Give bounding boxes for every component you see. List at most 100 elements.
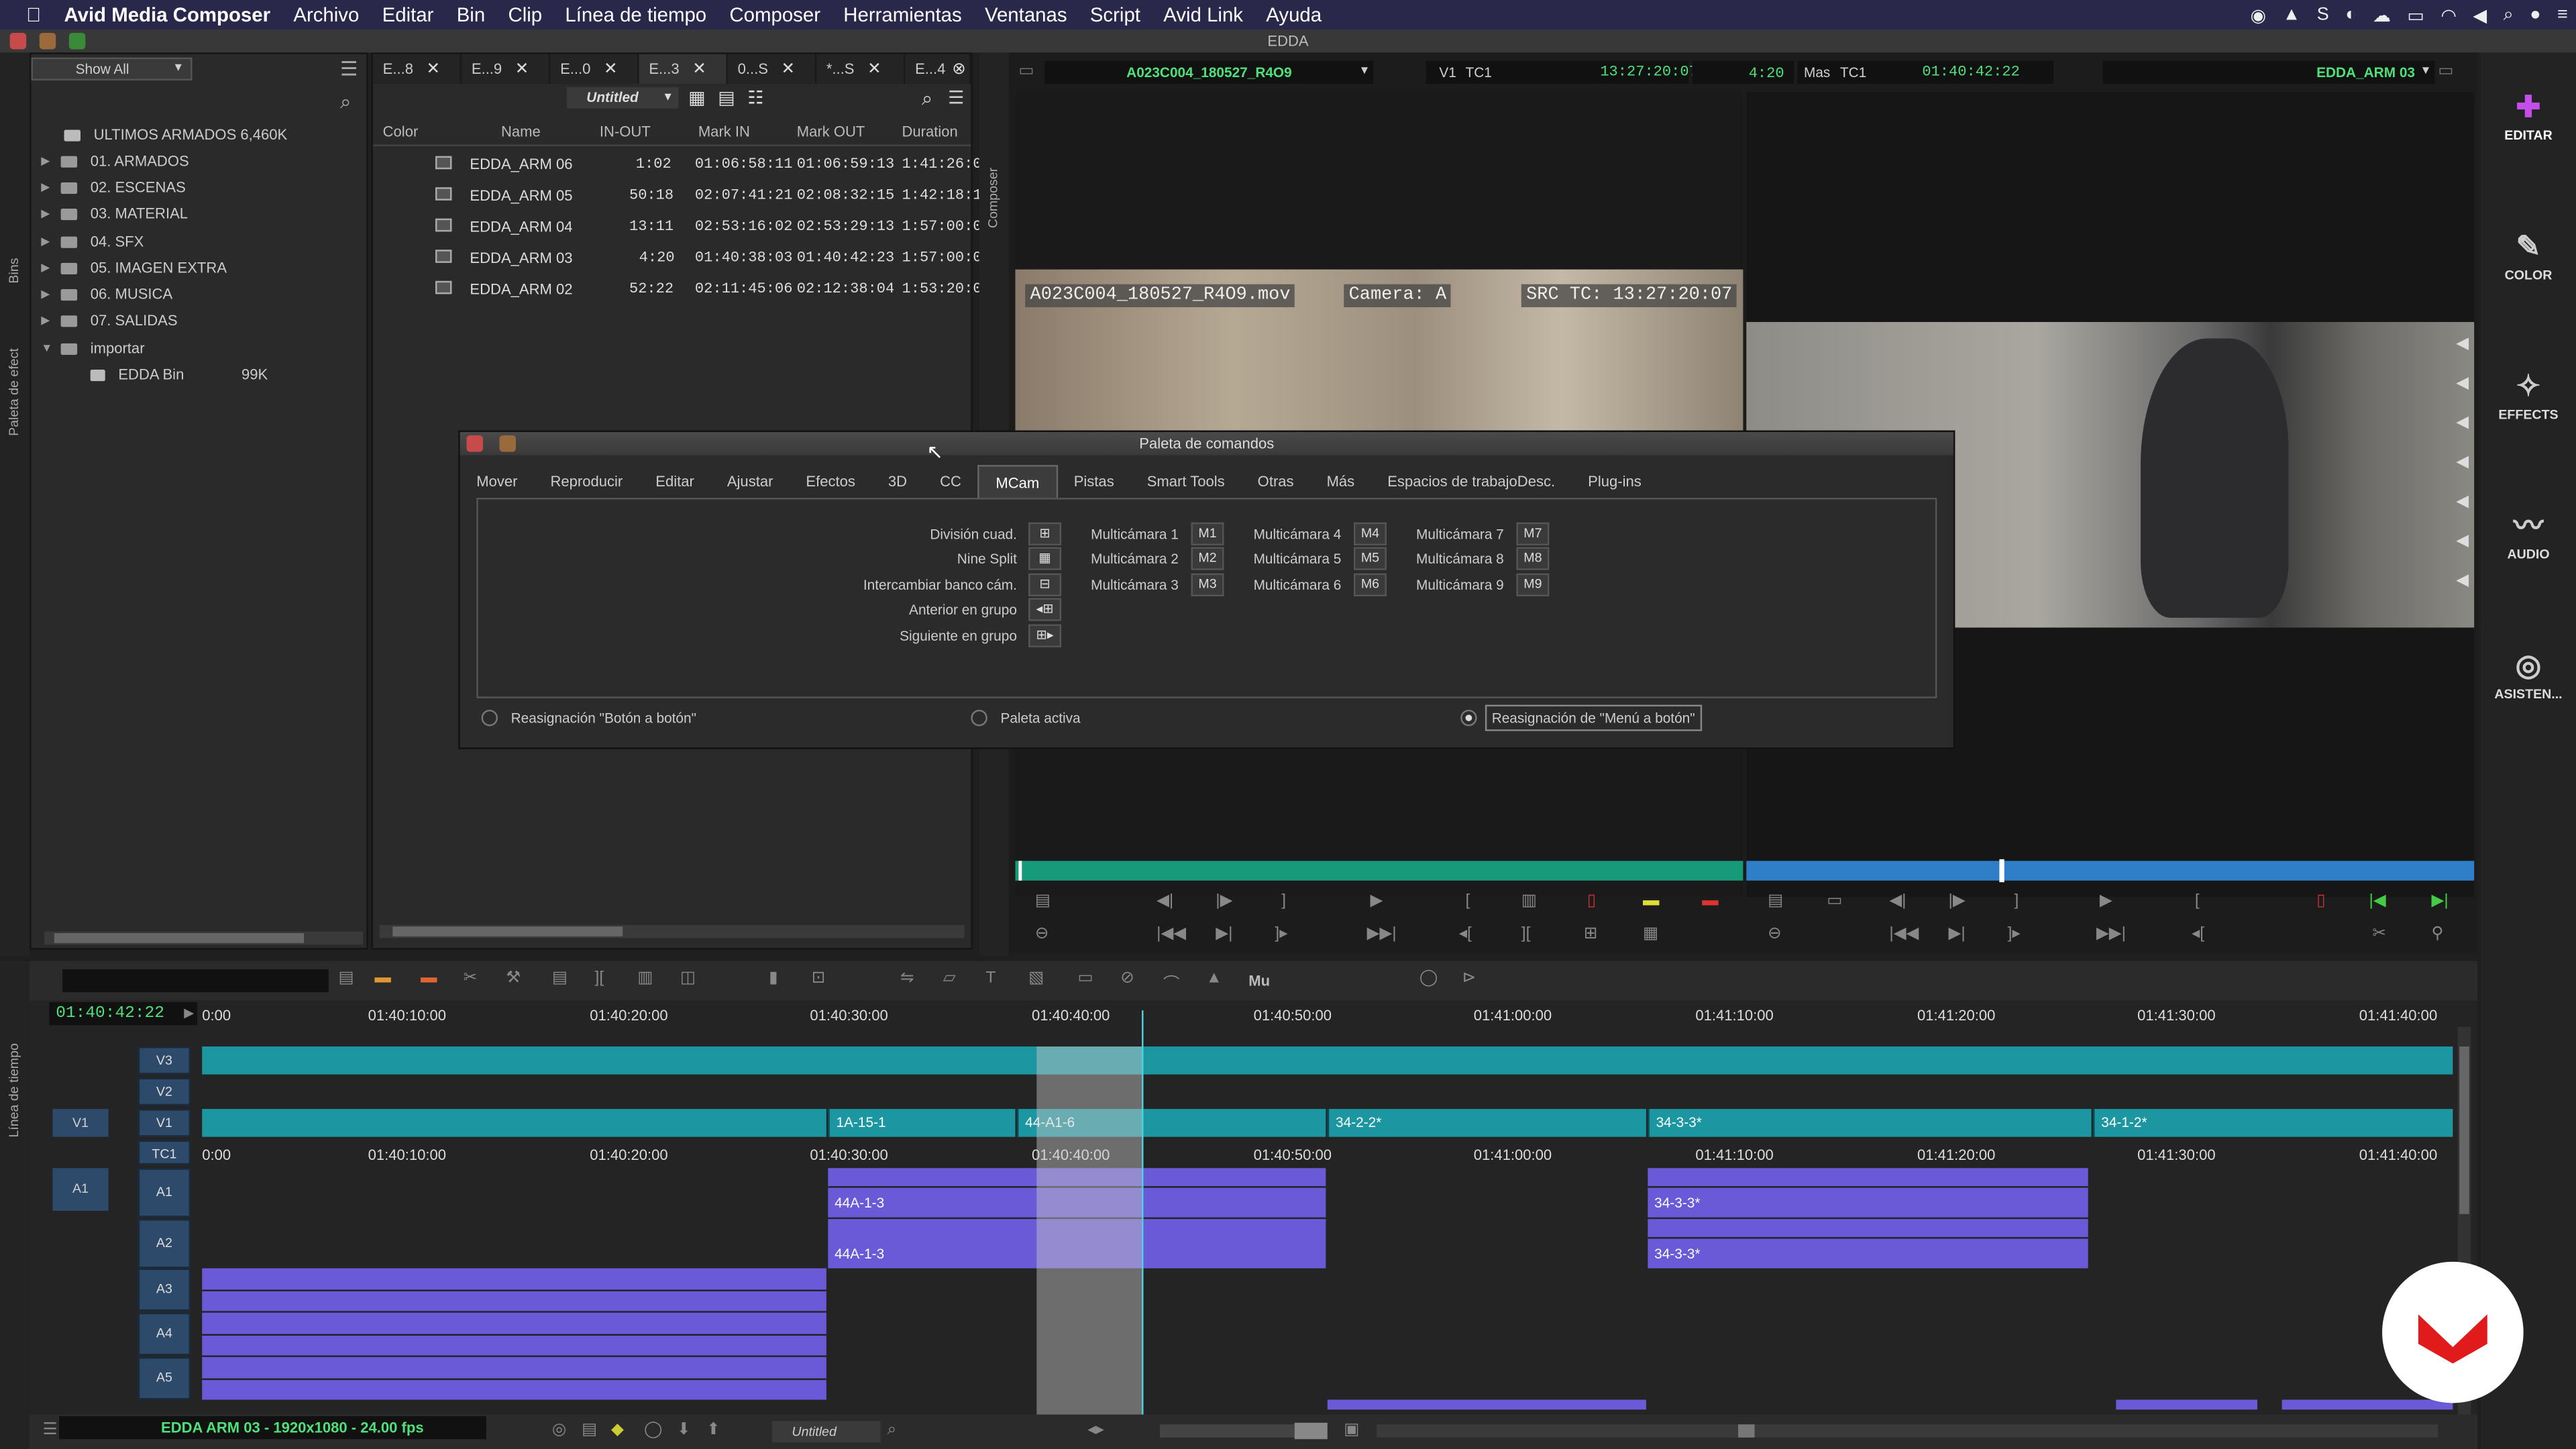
close-icon[interactable]: ✕ bbox=[782, 60, 796, 78]
trim-arrow-icon[interactable]: ◀ bbox=[2456, 335, 2469, 354]
tab-3d[interactable]: 3D bbox=[871, 465, 923, 498]
position-indicator[interactable] bbox=[1142, 1010, 1144, 1418]
table-row[interactable]: EDDA_ARM 04 13:11 02:53:16:02 02:53:29:13 1:… bbox=[373, 212, 982, 244]
col-name[interactable]: Name bbox=[501, 123, 541, 140]
slip-icon[interactable]: ◫ bbox=[680, 969, 696, 987]
tab-bins[interactable]: Bins bbox=[7, 258, 21, 283]
search-icon[interactable]: ⌕ bbox=[340, 91, 351, 115]
toolbar-icon[interactable]: ▤ bbox=[338, 969, 354, 987]
toolbar-icon[interactable]: ◯ bbox=[644, 1421, 662, 1439]
scrollbar-thumb[interactable] bbox=[1738, 1424, 1755, 1438]
quad-split-icon[interactable]: ⊞ bbox=[1028, 522, 1062, 546]
tab-effect-palette[interactable]: Paleta de efect bbox=[7, 348, 21, 436]
col-duration[interactable]: Duration bbox=[902, 123, 958, 140]
multicam-5-button[interactable]: M5 bbox=[1353, 547, 1387, 570]
timeline-search[interactable] bbox=[62, 969, 329, 993]
tab-cc[interactable]: CC bbox=[924, 465, 978, 498]
toolbar-icon[interactable]: ▭ bbox=[1078, 969, 1093, 987]
toolbar-icon[interactable]: ⬇ bbox=[677, 1421, 691, 1439]
search-icon[interactable]: ⌕ bbox=[922, 87, 932, 112]
expand-icon[interactable]: ▶ bbox=[41, 235, 60, 248]
track-header-a3[interactable]: A3 bbox=[138, 1268, 191, 1311]
track-v3[interactable] bbox=[202, 1046, 2453, 1075]
play-in-out-icon[interactable]: ▶| bbox=[1949, 925, 1966, 943]
mute-label[interactable]: Mu bbox=[1248, 973, 1270, 989]
track-header-a5[interactable]: A5 bbox=[138, 1356, 191, 1400]
workspace-effects[interactable]: ✧ EFFECTS bbox=[2481, 365, 2576, 422]
play-reverse-icon[interactable]: ◂▸ bbox=[1087, 1421, 1104, 1439]
clip-a1[interactable]: 34-3-3* bbox=[1648, 1168, 2088, 1218]
tab-composer[interactable]: Composer bbox=[985, 168, 1000, 228]
vlc-icon[interactable]: ▲ bbox=[2283, 5, 2301, 24]
menu-archivo[interactable]: Archivo bbox=[293, 3, 359, 26]
expand-icon[interactable]: ▶ bbox=[41, 314, 60, 327]
zoom-icon[interactable]: ▣ bbox=[1344, 1421, 1359, 1439]
mark-clip-icon[interactable]: ▥ bbox=[1521, 892, 1537, 910]
multicam-8-button[interactable]: M8 bbox=[1516, 547, 1550, 570]
menu-to-button-radio[interactable] bbox=[1460, 709, 1477, 727]
play-icon[interactable]: ▶ bbox=[1370, 892, 1383, 910]
cut-icon[interactable]: ✂ bbox=[464, 969, 478, 987]
trim-arrow-icon[interactable]: ◀ bbox=[2456, 414, 2469, 432]
bin-tab[interactable]: E...0 ✕ bbox=[550, 54, 639, 84]
active-palette-radio[interactable] bbox=[971, 709, 987, 727]
clip-v1[interactable]: 34-3-3* bbox=[1648, 1109, 2092, 1137]
mark-out-icon[interactable]: ] bbox=[2014, 892, 2019, 910]
table-row[interactable]: EDDA_ARM 06 1:02 01:06:58:11 01:06:59:13 1:4… bbox=[373, 150, 982, 181]
go-to-out-icon[interactable]: ▶▶| bbox=[1367, 925, 1397, 943]
tab-workspaces[interactable]: Espacios de trabajoDesc. bbox=[1371, 465, 1572, 498]
source-track-v1[interactable]: V1 bbox=[52, 1109, 109, 1137]
tab-smart-tools[interactable]: Smart Tools bbox=[1130, 465, 1241, 498]
record-position-indicator[interactable] bbox=[1999, 859, 2004, 883]
track-v1[interactable]: 1A-15-1 44-A1-6 34-2-2* 34-3-3* 34-1-2* bbox=[202, 1109, 2453, 1137]
minimize-icon[interactable] bbox=[499, 435, 516, 452]
match-frame-icon[interactable]: ▭ bbox=[1827, 892, 1842, 910]
master-tc-display[interactable]: Mas TC1 01:40:42:22 bbox=[1797, 60, 2054, 84]
mark-out-icon[interactable]: ]▸ bbox=[2008, 925, 2021, 943]
toolbar-icon[interactable]: ⊳ bbox=[1462, 969, 1477, 987]
menu-clip[interactable]: Clip bbox=[508, 3, 542, 26]
record-status-icon[interactable]: ◉ bbox=[2251, 4, 2267, 25]
close-icon[interactable]: ✕ bbox=[692, 60, 706, 78]
bin-view-select[interactable]: Untitled ▼ bbox=[566, 87, 679, 109]
toolbar-icon[interactable]: ▮ bbox=[769, 969, 778, 987]
toolbar-icon[interactable]: ⊡ bbox=[812, 969, 826, 987]
zoom-slider[interactable] bbox=[1159, 1422, 1328, 1440]
close-icon[interactable]: ✕ bbox=[604, 60, 618, 78]
title-tool-icon[interactable]: T bbox=[985, 969, 996, 987]
clear-marks-icon[interactable]: ▯ bbox=[2316, 892, 2326, 910]
toolbar-icon[interactable]: ▧ bbox=[1028, 969, 1044, 987]
trim-arrow-icon[interactable]: ◀ bbox=[2456, 532, 2469, 550]
bin-tab[interactable]: E...4 ⊗ bbox=[905, 54, 971, 84]
menu-script[interactable]: Script bbox=[1090, 3, 1140, 26]
expand-icon[interactable]: ▶ bbox=[41, 288, 60, 301]
apple-icon[interactable]:  bbox=[26, 3, 41, 26]
track-header-a4[interactable]: A4 bbox=[138, 1312, 191, 1356]
scrollbar-thumb[interactable] bbox=[2459, 1046, 2469, 1214]
track-a3-a5[interactable] bbox=[202, 1268, 2453, 1410]
button-to-button-radio[interactable] bbox=[481, 709, 498, 727]
mark-in-icon[interactable]: [ bbox=[1466, 892, 1470, 910]
close-icon[interactable]: ✕ bbox=[867, 60, 881, 78]
col-mark-out[interactable]: Mark OUT bbox=[797, 123, 865, 140]
go-to-in-icon[interactable]: |◀◀ bbox=[1157, 925, 1186, 943]
track-header-v1[interactable]: V1 bbox=[138, 1109, 191, 1137]
clip-v3-filler[interactable] bbox=[202, 1046, 2453, 1075]
search-icon[interactable]: ⌕ bbox=[887, 1421, 896, 1439]
tab-efectos[interactable]: Efectos bbox=[790, 465, 871, 498]
tree-item[interactable]: EDDA Bin 99K bbox=[90, 362, 268, 388]
tab-editar[interactable]: Editar bbox=[639, 465, 711, 498]
play-icon[interactable]: ▶ bbox=[2100, 892, 2112, 910]
clear-marks-icon[interactable]: ▯ bbox=[1587, 892, 1597, 910]
mark-in-icon[interactable]: ◂[ bbox=[2192, 925, 2204, 943]
cloud-icon[interactable]: ☁ bbox=[2373, 4, 2391, 25]
clip-a3[interactable] bbox=[202, 1268, 826, 1311]
cut-icon[interactable]: ✂ bbox=[2372, 925, 2386, 943]
track-header-tc1[interactable]: TC1 bbox=[138, 1140, 191, 1165]
multicam-4-button[interactable]: M4 bbox=[1353, 522, 1387, 546]
tab-mcam[interactable]: MCam bbox=[977, 465, 1058, 498]
clip-a4[interactable] bbox=[202, 1312, 826, 1356]
step-forward-icon[interactable]: |▶ bbox=[1216, 892, 1232, 910]
clip-a5[interactable] bbox=[202, 1356, 826, 1400]
go-to-out-icon[interactable]: ▶▶| bbox=[2096, 925, 2126, 943]
